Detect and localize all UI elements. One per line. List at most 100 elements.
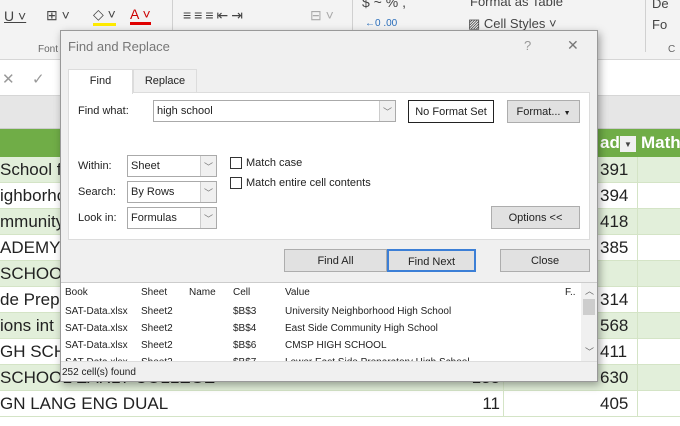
scroll-down-icon[interactable]: ﹀ [585,345,594,358]
cell-divider [637,235,638,261]
number-format-buttons[interactable]: $ ~ % , [362,0,406,10]
school-name-cell[interactable]: ADEMY [0,238,60,258]
tab-replace[interactable]: Replace [133,69,197,93]
chevron-down-icon: ﹀ [200,156,216,176]
match-entire-label[interactable]: Match entire cell contents [246,177,371,189]
find-what-input[interactable]: high school ﹀ [153,100,396,122]
within-label: Within: [78,160,112,172]
reading-cell[interactable]: 385 [600,238,628,258]
match-case-label[interactable]: Match case [246,157,302,169]
chevron-down-icon[interactable]: ﹀ [379,101,395,121]
find-next-button[interactable]: Find Next [387,249,476,272]
look-in-value: Formulas [131,212,177,224]
cell-divider [637,209,638,235]
format-button[interactable]: Fo [652,17,667,32]
cell-divider [637,287,638,313]
results-column-header[interactable]: Book [65,287,88,298]
options-button[interactable]: Options << [491,206,580,229]
enter-icon[interactable]: ✓ [32,70,45,88]
merge-button[interactable]: ⊟ ˅ [310,7,334,24]
borders-button[interactable]: ⊞ ˅ [46,7,70,24]
format-button[interactable]: Format... ▼ [507,100,580,123]
result-row[interactable]: SAT-Data.xlsx Sheet2 $B$6 CMSP HIGH SCHOOL [61,338,581,355]
cancel-icon[interactable]: ✕ [2,70,15,88]
find-what-value: high school [157,105,213,117]
school-name-cell[interactable]: de Prep [0,290,60,310]
within-value: Sheet [131,160,160,172]
reading-cell[interactable]: 630 [600,368,628,388]
search-select[interactable]: By Rows ﹀ [127,181,217,203]
reading-cell[interactable]: 394 [600,186,628,206]
reading-cell[interactable]: 411 [600,342,627,362]
cell-styles-icon: ▨ [468,16,484,31]
cell-divider [637,261,638,287]
find-all-button[interactable]: Find All [284,249,387,272]
cell-divider [637,365,638,391]
result-cell: CMSP HIGH SCHOOL [285,340,387,351]
results-scrollbar[interactable]: ︿ ﹀ [581,283,597,361]
result-cell: SAT-Data.xlsx [65,306,128,317]
underline-button[interactable]: U ˅ [4,8,26,24]
chevron-down-icon: ﹀ [200,208,216,228]
delete-button[interactable]: De [652,0,669,11]
result-cell: Sheet2 [141,340,173,351]
results-column-header[interactable]: Value [285,287,310,298]
results-column-header[interactable]: Cell [233,287,250,298]
result-cell: Sheet2 [141,306,173,317]
close-button[interactable]: Close [500,249,590,272]
school-name-cell[interactable]: ighborho [0,186,66,206]
reading-cell[interactable]: 568 [600,316,628,336]
help-button[interactable]: ? [524,38,531,53]
decimal-buttons[interactable]: ←0 .00 [365,18,397,29]
school-name-cell[interactable]: mmunity [0,212,64,232]
find-replace-dialog: Find and Replace ? ✕ Find Replace Find w… [60,30,598,382]
search-label: Search: [78,186,116,198]
reading-cell[interactable]: 418 [600,212,628,232]
format-preview: No Format Set [408,100,494,123]
school-name-cell[interactable]: ions int [0,316,54,336]
look-in-select[interactable]: Formulas ﹀ [127,207,217,229]
math-header: Math [641,133,680,152]
find-what-label: Find what: [78,105,129,117]
scroll-thumb[interactable] [583,299,595,315]
chevron-down-icon: ﹀ [200,182,216,202]
dropdown-arrow-icon: ▼ [563,110,571,117]
format-as-table-button[interactable]: Format as Table [470,0,563,9]
cell-divider [637,391,638,417]
cell-divider [637,183,638,209]
fill-color-button[interactable]: ◇ ˅ [93,6,116,26]
match-entire-checkbox[interactable] [230,177,242,189]
reading-cell[interactable]: 314 [600,290,628,310]
reading-cell[interactable]: 405 [600,394,628,414]
scroll-up-icon[interactable]: ︿ [585,284,594,297]
tab-find[interactable]: Find [68,69,133,94]
alignment-buttons[interactable]: ≡≡≡⇤⇥ [183,7,246,24]
school-name-cell[interactable]: GN LANG ENG DUAL [0,394,168,414]
format-label: Format... [516,106,561,118]
result-row[interactable]: SAT-Data.xlsx Sheet2 $B$4 East Side Communi… [61,321,581,338]
match-case-checkbox[interactable] [230,157,242,169]
look-in-label: Look in: [78,212,117,224]
cell-divider [637,313,638,339]
school-name-cell[interactable]: School f [0,160,61,180]
search-value: By Rows [131,186,175,198]
within-select[interactable]: Sheet ﹀ [127,155,217,177]
result-cell: Sheet2 [141,323,173,334]
sheet-row[interactable]: GN LANG ENG DUAL 11 405 [0,391,680,417]
results-column-header[interactable]: Sheet [141,287,167,298]
reading-cell[interactable]: 391 [600,160,628,180]
font-color-button[interactable]: A ˅ [130,6,151,25]
results-column-header[interactable]: F.. [565,287,576,298]
filter-dropdown-icon[interactable]: ▼ [620,136,636,152]
result-cell: SAT-Data.xlsx [65,323,128,334]
result-cell: SAT-Data.xlsx [65,340,128,351]
results-list[interactable]: Book Sheet Name Cell Value F.. SAT-Data.xlsx S… [61,282,597,361]
cell-divider [637,339,638,365]
school-name-cell[interactable]: GH SCH [0,342,66,362]
close-icon[interactable]: ✕ [567,37,579,54]
cell-styles-label: Cell Styles [483,16,546,31]
count-cell[interactable]: 11 [482,394,500,414]
results-column-header[interactable]: Name [189,287,216,298]
result-row[interactable]: SAT-Data.xlsx Sheet2 $B$3 University Neighb… [61,304,581,321]
result-cell: $B$3 [233,306,257,317]
